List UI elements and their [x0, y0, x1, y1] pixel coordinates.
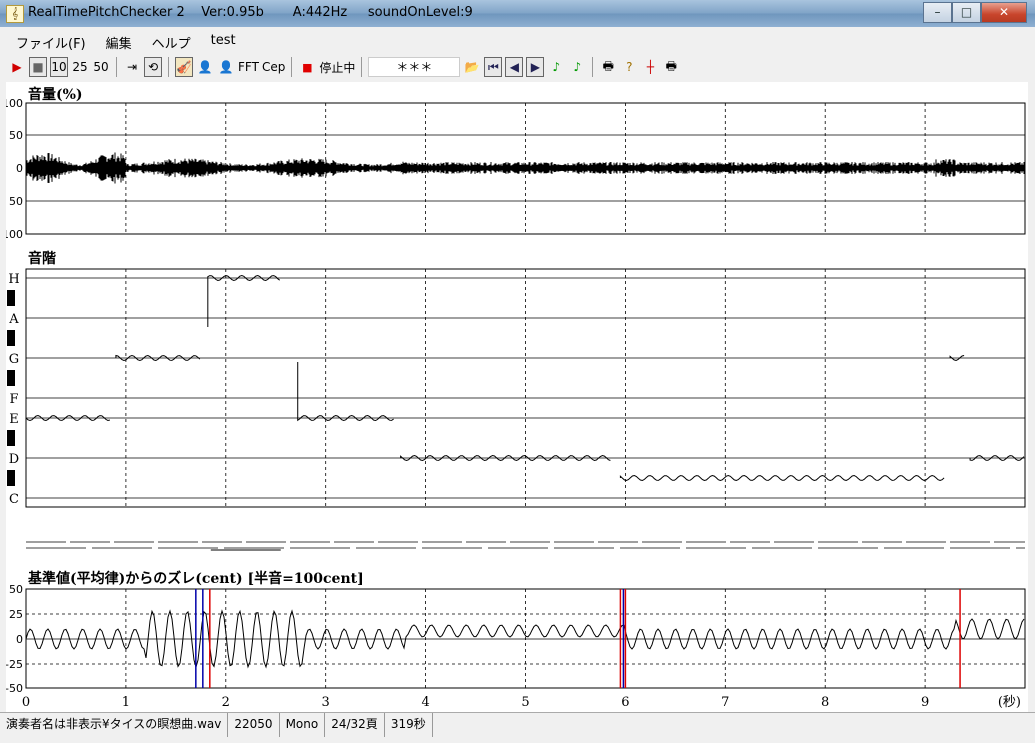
- volume-tick-label: 100: [6, 97, 23, 110]
- status-label: 停止中: [319, 60, 356, 75]
- volume-tick-label: 50: [9, 195, 23, 208]
- close-button[interactable]: ✕: [981, 2, 1027, 23]
- play-button[interactable]: ▶: [8, 57, 26, 77]
- app-icon: 𝄞: [6, 5, 24, 23]
- volume-tick-label: 50: [9, 129, 23, 142]
- marker-icon[interactable]: ┼: [641, 57, 659, 77]
- note-label-D: D: [9, 452, 19, 467]
- toolbar: ▶ ■ 10 25 50 ⇥ ⟲ 🎻 👤 👤 FFT Cep ■ 停止中 ＊＊＊…: [8, 55, 1018, 79]
- cent-tick-label: -25: [6, 658, 23, 671]
- fft-button[interactable]: FFT: [238, 57, 259, 77]
- prev-page-icon[interactable]: ◀: [505, 57, 524, 77]
- status-bar: 演奏者名は非表示¥タイスの瞑想曲.wav 22050 Mono 24/32頁 3…: [0, 712, 1035, 737]
- black-key-icon: [7, 430, 15, 446]
- toolbar-separator: [168, 57, 169, 77]
- time-tick-label: 3: [322, 695, 330, 710]
- printer-icon[interactable]: 🖶: [662, 57, 680, 77]
- zoom-25-button[interactable]: 25: [71, 57, 89, 77]
- time-tick-label: 5: [521, 695, 529, 710]
- next-page-icon[interactable]: ▶: [526, 57, 545, 77]
- black-key-icon: [7, 330, 15, 346]
- singer-icon[interactable]: 👤: [217, 57, 235, 77]
- status-channel: Mono: [280, 713, 326, 737]
- volume-tick-label: 0: [16, 162, 23, 175]
- note-label-H: H: [8, 272, 19, 287]
- volume-tick-label: 100: [6, 228, 23, 241]
- maximize-button[interactable]: □: [952, 2, 981, 23]
- cent-tick-label: 0: [16, 633, 23, 646]
- app-window: 𝄞 RealTimePitchChecker 2 Ver:0.95b A:442…: [0, 0, 1035, 743]
- person-icon[interactable]: 👤: [196, 57, 214, 77]
- record-icon[interactable]: ■: [298, 57, 316, 77]
- time-tick-label: 8: [821, 695, 829, 710]
- status-page: 24/32頁: [325, 713, 385, 737]
- status-duration: 319秒: [385, 713, 433, 737]
- note-display: ＊＊＊: [368, 57, 461, 77]
- status-file: 演奏者名は非表示¥タイスの瞑想曲.wav: [0, 713, 229, 737]
- first-page-icon[interactable]: ⏮: [484, 57, 503, 77]
- window-controls: – □ ✕: [923, 2, 1027, 23]
- window-title: RealTimePitchChecker 2 Ver:0.95b A:442Hz…: [28, 5, 473, 20]
- minimize-button[interactable]: –: [923, 2, 952, 23]
- help-icon[interactable]: ?: [620, 57, 638, 77]
- black-key-icon: [7, 290, 15, 306]
- skip-to-end-icon[interactable]: ⇥: [123, 57, 141, 77]
- time-tick-label: 4: [421, 695, 429, 710]
- menu-bar: ファイル(F) 編集 ヘルプ test: [6, 30, 246, 52]
- menu-help[interactable]: ヘルプ: [142, 30, 201, 52]
- strip-frame: [26, 514, 1025, 562]
- toolbar-separator: [291, 57, 293, 77]
- toolbar-separator: [592, 57, 594, 77]
- menu-edit[interactable]: 編集: [96, 30, 142, 52]
- title-bar[interactable]: 𝄞 RealTimePitchChecker 2 Ver:0.95b A:442…: [0, 0, 1035, 27]
- time-tick-label: 0: [22, 695, 30, 710]
- note-label-F: F: [9, 392, 18, 407]
- menu-test[interactable]: test: [201, 30, 246, 52]
- note-label-A: A: [8, 312, 19, 327]
- toolbar-separator: [361, 57, 363, 77]
- plot-frame: [25, 268, 1026, 508]
- time-tick-label: 7: [721, 695, 729, 710]
- time-unit-label: (秒): [998, 695, 1021, 710]
- cep-button[interactable]: Cep: [262, 57, 285, 77]
- time-tick-label: 6: [621, 695, 629, 710]
- cent-tick-label: -50: [6, 682, 23, 695]
- note-icon[interactable]: ♪: [547, 57, 565, 77]
- menu-file[interactable]: ファイル(F): [6, 30, 96, 52]
- status-rate: 22050: [228, 713, 280, 737]
- time-tick-label: 1: [122, 695, 130, 710]
- open-folder-icon[interactable]: 📂: [463, 57, 481, 77]
- black-key-icon: [7, 370, 15, 386]
- zoom-10-button[interactable]: 10: [50, 57, 68, 77]
- note-label-E: E: [9, 412, 19, 427]
- toolbar-separator: [116, 57, 117, 77]
- cent-tick-label: 50: [9, 583, 23, 596]
- time-tick-label: 2: [222, 695, 230, 710]
- stop-button[interactable]: ■: [29, 57, 47, 77]
- time-tick-label: 9: [921, 695, 929, 710]
- loop-icon[interactable]: ⟲: [144, 57, 162, 77]
- pitch-chart: 10050050100HAGFEDC50250-25-500123456789(…: [6, 97, 1026, 710]
- black-key-icon: [7, 470, 15, 486]
- chart-panel: 音量(%) 音階 基準値(平均律)からのズレ(cent) [半音=100cent…: [6, 82, 1028, 712]
- note-label-G: G: [9, 352, 19, 367]
- cent-tick-label: 25: [9, 608, 23, 621]
- print-icon[interactable]: 🖶: [599, 57, 617, 77]
- zoom-50-button[interactable]: 50: [92, 57, 110, 77]
- note-alt-icon[interactable]: ♪: [568, 57, 586, 77]
- note-label-C: C: [9, 492, 19, 507]
- violin-icon[interactable]: 🎻: [175, 57, 193, 77]
